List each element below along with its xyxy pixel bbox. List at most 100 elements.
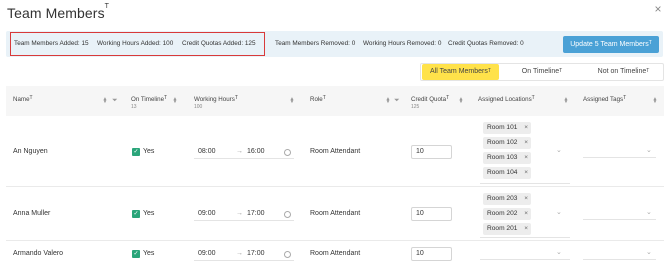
range-arrow-icon: → [236, 210, 243, 217]
location-chip-label: Room 201 [487, 225, 518, 232]
column-label: Assigned Tags [583, 96, 624, 103]
row-divider [6, 186, 664, 187]
remove-icon[interactable]: × [524, 223, 528, 235]
location-chip-label: Room 101 [487, 124, 518, 131]
column-translate-mark: T [446, 95, 450, 101]
team-members-removed: Team Members Removed: 0 [275, 40, 356, 47]
chevron-down-icon[interactable]: ⌄ [646, 248, 652, 256]
role-value: Room Attendant [310, 148, 361, 155]
sort-icon[interactable]: ▲ ▼ [102, 97, 108, 105]
update-team-members-button[interactable]: Update 5 Team MembersT [563, 36, 659, 53]
location-chip-label: Room 103 [487, 154, 518, 161]
credit-quota-input[interactable]: 10 [411, 145, 452, 159]
column-assigned-locations: Assigned LocationsT [478, 95, 535, 103]
on-timeline-label: Yes [143, 210, 155, 217]
on-timeline-label: Yes [143, 250, 155, 257]
working-hours-range[interactable]: 09:00 → 17:00 [194, 247, 294, 261]
location-chip: Room 202 × [483, 208, 531, 220]
location-chip: Room 102 × [483, 137, 531, 149]
timeline-filter-tabs: All Team MembersT On TimelineT Not on Ti… [420, 63, 664, 81]
tab-all-team-members[interactable]: All Team MembersT [422, 64, 499, 80]
start-time[interactable]: 09:00 [198, 210, 216, 217]
column-role[interactable]: RoleT [310, 95, 326, 103]
tab-not-on-timeline[interactable]: Not on TimelineT [586, 64, 661, 80]
clock-icon [284, 211, 291, 218]
location-chip: Room 103 × [483, 152, 531, 164]
sort-icon[interactable]: ▲ ▼ [458, 97, 464, 105]
column-label: Assigned Locations [478, 96, 532, 103]
end-time[interactable]: 17:00 [247, 250, 265, 257]
column-label: Working Hours [194, 96, 235, 103]
credit-quota-input[interactable]: 10 [411, 247, 452, 261]
column-translate-mark: T [322, 95, 326, 101]
tab-on-timeline[interactable]: On TimelineT [511, 64, 573, 80]
location-chip-label: Room 203 [487, 195, 518, 202]
update-button-translate-mark: T [648, 40, 652, 46]
filter-icon[interactable]: ⏷ [112, 97, 118, 105]
on-timeline-checkbox[interactable]: ✓ [132, 148, 140, 156]
remove-icon[interactable]: × [524, 167, 528, 179]
on-timeline-count: 13 [131, 104, 137, 110]
title-translate-mark: T [104, 3, 110, 10]
remove-icon[interactable]: × [524, 122, 528, 134]
sort-icon[interactable]: ▲ ▼ [172, 97, 178, 105]
update-button-label: Update 5 Team Members [570, 41, 649, 48]
start-time[interactable]: 08:00 [198, 148, 216, 155]
on-timeline-checkbox[interactable]: ✓ [132, 250, 140, 258]
column-translate-mark: T [164, 95, 168, 101]
column-working-hours[interactable]: Working HoursT [194, 95, 238, 103]
clock-icon [284, 149, 291, 156]
location-chip: Room 203 × [483, 193, 531, 205]
member-name: Armando Valero [13, 250, 64, 257]
sort-icon[interactable]: ▲ ▼ [563, 97, 569, 105]
start-time[interactable]: 09:00 [198, 250, 216, 257]
tab-translate-mark: T [646, 68, 650, 74]
location-chip-label: Room 202 [487, 210, 518, 217]
sort-icon[interactable]: ▲ ▼ [289, 97, 295, 105]
chevron-down-icon[interactable]: ⌄ [646, 146, 652, 154]
filter-icon[interactable]: ⏷ [394, 97, 400, 105]
sort-icon[interactable]: ▲ ▼ [652, 97, 658, 105]
column-label: Role [310, 96, 323, 103]
column-on-timeline[interactable]: On TimelineT [131, 95, 168, 103]
remove-icon[interactable]: × [524, 152, 528, 164]
remove-icon[interactable]: × [524, 137, 528, 149]
tab-label: All Team Members [430, 68, 488, 75]
chevron-down-icon[interactable]: ⌄ [556, 208, 562, 216]
location-chip-label: Room 102 [487, 139, 518, 146]
member-name: An Nguyen [13, 148, 48, 155]
tab-translate-mark: T [487, 68, 491, 74]
row-divider [6, 240, 664, 241]
column-translate-mark: T [234, 95, 238, 101]
location-chip-label: Room 104 [487, 169, 518, 176]
remove-icon[interactable]: × [524, 208, 528, 220]
on-timeline-checkbox[interactable]: ✓ [132, 210, 140, 218]
remove-icon[interactable]: × [524, 193, 528, 205]
range-arrow-icon: → [236, 148, 243, 155]
close-icon[interactable]: × [652, 3, 664, 15]
chevron-down-icon[interactable]: ⌄ [556, 146, 562, 154]
working-hours-removed: Working Hours Removed: 0 [363, 40, 442, 47]
on-timeline-label: Yes [143, 148, 155, 155]
working-hours-range[interactable]: 09:00 → 17:00 [194, 207, 294, 221]
chevron-down-icon[interactable]: ⌄ [556, 248, 562, 256]
page-title: Team MembersT [7, 3, 110, 21]
column-credit-quota[interactable]: Credit QuotaT [411, 95, 450, 103]
credit-quotas-added: Credit Quotas Added: 125 [182, 40, 256, 47]
column-translate-mark: T [623, 95, 627, 101]
location-chip: Room 201 × [483, 223, 531, 235]
team-members-added: Team Members Added: 15 [14, 40, 89, 47]
working-hours-range[interactable]: 08:00 → 16:00 [194, 145, 294, 159]
credit-quota-input[interactable]: 10 [411, 207, 452, 221]
column-translate-mark: T [29, 95, 33, 101]
chevron-down-icon[interactable]: ⌄ [646, 208, 652, 216]
column-name[interactable]: NameT [13, 95, 33, 103]
page-title-text: Team Members [7, 5, 105, 21]
member-name: Anna Muller [13, 210, 51, 217]
clock-icon [284, 251, 291, 258]
end-time[interactable]: 17:00 [247, 210, 265, 217]
sort-icon[interactable]: ▲ ▼ [385, 97, 391, 105]
end-time[interactable]: 16:00 [247, 148, 265, 155]
working-hours-added: Working Hours Added: 100 [97, 40, 174, 47]
column-translate-mark: T [531, 95, 535, 101]
